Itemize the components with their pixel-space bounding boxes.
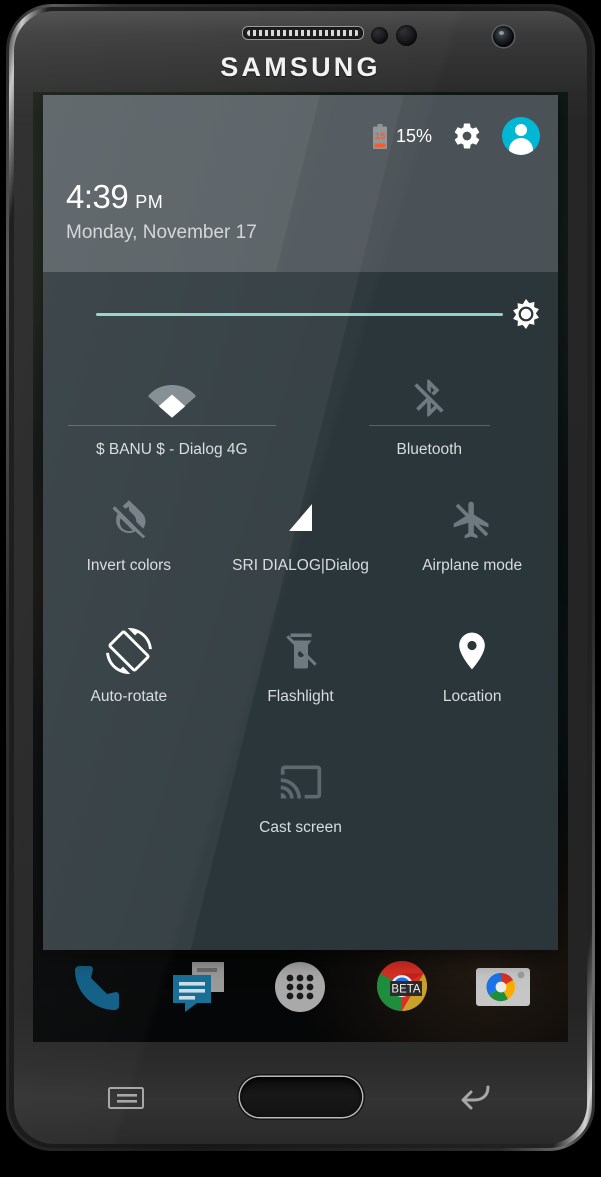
- qs-tile-row-1: $ BANU $ - Dialog 4G Bluetooth: [43, 357, 558, 475]
- home-dock: BETA: [33, 946, 568, 1032]
- cast-screen-icon: [279, 755, 323, 809]
- dock-item-messages[interactable]: [166, 956, 232, 1022]
- dock-item-chrome-beta[interactable]: BETA: [369, 956, 435, 1022]
- clock-time: 4:39: [66, 178, 129, 215]
- qs-tile-location[interactable]: Location: [386, 606, 558, 737]
- qs-tile-label: Flashlight: [267, 688, 334, 705]
- signal-bars-icon: [279, 493, 323, 547]
- dock-item-camera[interactable]: [470, 956, 536, 1022]
- phone-device: SAMSUNG BETA 15 15% 4:39 PM Monday, Nove…: [0, 0, 601, 1177]
- qs-tile-row-3: Auto-rotate Flashlight Location: [43, 606, 558, 737]
- recent-apps-button[interactable]: [108, 1085, 144, 1111]
- quick-settings-panel: 15 15% 4:39 PM Monday, November 17 $ BAN…: [43, 95, 558, 950]
- earpiece-speaker-icon: [242, 26, 364, 40]
- bluetooth-off-icon: [407, 371, 451, 425]
- samsung-logo: SAMSUNG: [220, 52, 381, 82]
- qs-tile-label: Location: [442, 688, 502, 705]
- camera-icon: [476, 968, 531, 1006]
- front-camera-icon: [493, 26, 514, 47]
- qs-tile-airplane-mode[interactable]: Airplane mode: [386, 475, 558, 606]
- wifi-icon: [146, 371, 198, 425]
- phone-icon: [74, 966, 119, 1010]
- chrome-beta-badge: BETA: [391, 984, 421, 996]
- light-sensor-icon: [396, 25, 417, 46]
- qs-tile-auto-rotate[interactable]: Auto-rotate: [43, 606, 215, 737]
- qs-tile-label: Cast screen: [259, 819, 342, 836]
- qs-tile-mobile-data[interactable]: SRI DIALOG|Dialog: [215, 475, 387, 606]
- brightness-slider[interactable]: [43, 272, 558, 357]
- qs-tile-invert-colors[interactable]: Invert colors: [43, 475, 215, 606]
- clock-block[interactable]: 4:39 PM Monday, November 17: [66, 180, 257, 244]
- qs-tile-row-4: Cast screen: [43, 737, 558, 868]
- battery-percent-label: 15%: [395, 125, 432, 146]
- home-button[interactable]: [240, 1077, 362, 1117]
- invert-colors-off-icon: [107, 493, 151, 547]
- phone-screen: BETA 15 15% 4:39 PM Monday, November 17 …: [33, 92, 568, 1042]
- battery-status: 15 15%: [372, 123, 432, 149]
- gear-icon[interactable]: [452, 121, 482, 151]
- location-pin-icon: [450, 624, 494, 678]
- qs-tile-label: Bluetooth: [368, 425, 490, 458]
- qs-header: 15 15% 4:39 PM Monday, November 17: [43, 95, 558, 272]
- dock-item-phone[interactable]: [65, 956, 131, 1022]
- battery-level-text: 15: [375, 131, 386, 142]
- qs-tile-row-2: Invert colors SRI DIALOG|Dialog Airplane…: [43, 475, 558, 606]
- user-avatar-icon[interactable]: [502, 117, 540, 155]
- messages-icon: [173, 962, 225, 1012]
- qs-tile-bluetooth[interactable]: Bluetooth: [301, 357, 559, 475]
- qs-tile-label: Airplane mode: [422, 557, 523, 574]
- clock-date: Monday, November 17: [66, 222, 257, 243]
- battery-low-icon: 15: [372, 123, 388, 149]
- qs-tile-flashlight[interactable]: Flashlight: [215, 606, 387, 737]
- qs-tile-cast-screen[interactable]: Cast screen: [215, 737, 387, 868]
- chrome-icon: BETA: [376, 960, 427, 1011]
- qs-tile-label: Auto-rotate: [90, 688, 168, 705]
- qs-tile-label: $ BANU $ - Dialog 4G: [68, 425, 276, 458]
- dock-item-app-drawer[interactable]: [267, 956, 333, 1022]
- brightness-sun-icon[interactable]: [506, 294, 546, 334]
- proximity-sensor-icon: [371, 27, 388, 44]
- app-drawer-icon: [275, 962, 326, 1012]
- qs-tile-label: Invert colors: [86, 557, 172, 574]
- status-row: 15 15%: [372, 117, 540, 155]
- screen-rotation-icon: [105, 624, 152, 678]
- clock-ampm: PM: [135, 192, 164, 212]
- qs-tile-label: SRI DIALOG|Dialog: [232, 557, 369, 574]
- back-button[interactable]: [458, 1083, 494, 1111]
- airplane-off-icon: [450, 493, 494, 547]
- qs-tile-wifi[interactable]: $ BANU $ - Dialog 4G: [43, 357, 301, 475]
- flashlight-off-icon: [280, 624, 322, 678]
- brightness-track[interactable]: [96, 313, 503, 316]
